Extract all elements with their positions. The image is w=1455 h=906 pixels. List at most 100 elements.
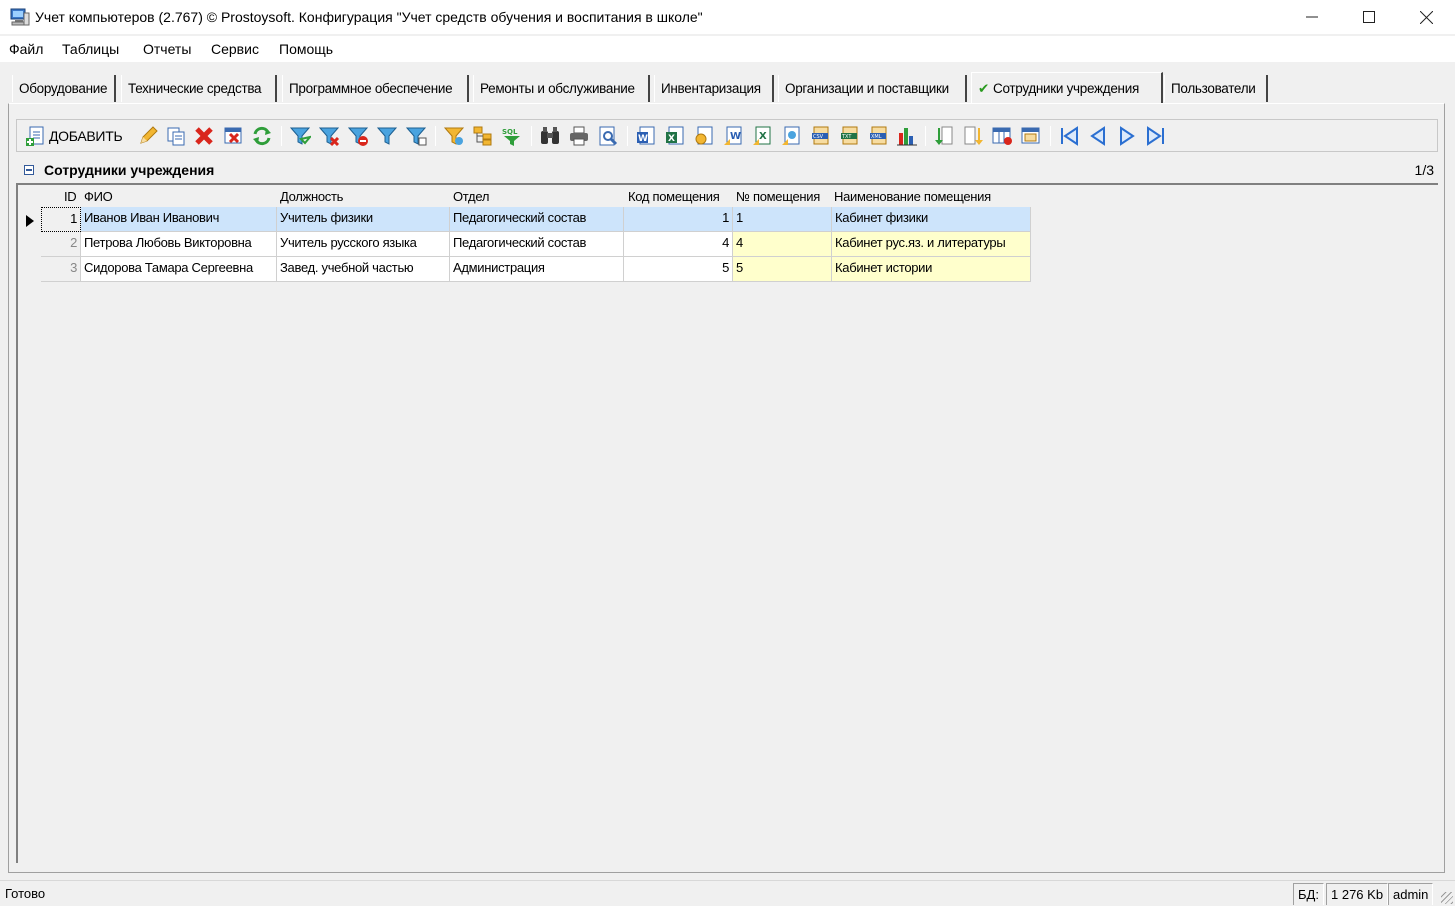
tree-group-button[interactable] [472, 125, 494, 147]
collapse-icon[interactable] [24, 165, 34, 175]
menu-tables[interactable]: Таблицы [62, 41, 119, 57]
column-header-dept[interactable]: Отдел [453, 189, 489, 204]
tab-equipment[interactable]: Оборудование [12, 75, 116, 102]
filter-advanced-button[interactable] [443, 125, 465, 147]
close-icon [1419, 10, 1433, 24]
last-record-button[interactable] [1145, 125, 1167, 147]
edit-button[interactable] [137, 125, 159, 147]
grid-caption: Сотрудники учреждения 1/3 [16, 159, 1438, 181]
filter-clear-button[interactable] [347, 125, 369, 147]
tab-inventory[interactable]: Инвентаризация [654, 75, 774, 102]
column-header-position[interactable]: Должность [280, 189, 343, 204]
sort-desc-button[interactable] [962, 125, 984, 147]
tab-software[interactable]: Программное обеспечение [282, 75, 469, 102]
chart-button[interactable] [896, 125, 918, 147]
column-header-id[interactable]: ID [64, 189, 77, 204]
next-record-button[interactable] [1116, 125, 1138, 147]
cell-room-name[interactable]: Кабинет физики [832, 207, 1031, 232]
cell-position[interactable]: Учитель русского языка [277, 232, 450, 257]
column-header-fio[interactable]: ФИО [84, 189, 113, 204]
resize-grip[interactable] [1441, 892, 1453, 904]
minimize-icon [1306, 16, 1318, 18]
status-text: Готово [5, 886, 46, 901]
cell-room-name[interactable]: Кабинет истории [832, 257, 1031, 282]
print-preview-button[interactable] [597, 125, 619, 147]
tab-employees[interactable]: ✔ Сотрудники учреждения [971, 72, 1163, 103]
columns-button[interactable] [991, 125, 1013, 147]
delete-all-button[interactable] [222, 125, 244, 147]
export-html-button[interactable] [693, 125, 715, 147]
filter-selection-button[interactable] [376, 125, 398, 147]
export-rtf-button[interactable]: W [722, 125, 744, 147]
cell-id[interactable]: 2 [41, 232, 81, 257]
column-header-room-name[interactable]: Наименование помещения [834, 189, 991, 204]
table-row[interactable]: 2 Петрова Любовь Викторовна Учитель русс… [18, 232, 1031, 257]
menu-reports[interactable]: Отчеты [143, 41, 191, 57]
cell-fio[interactable]: Сидорова Тамара Сергеевна [81, 257, 277, 282]
cell-dept[interactable]: Педагогический состав [450, 232, 624, 257]
cell-room-code[interactable]: 1 [624, 207, 733, 232]
maximize-button[interactable] [1341, 0, 1397, 34]
table-row[interactable]: 3 Сидорова Тамара Сергеевна Завед. учебн… [18, 257, 1031, 282]
export-image-button[interactable] [780, 125, 802, 147]
prev-record-button[interactable] [1087, 125, 1109, 147]
filter-form-button[interactable] [405, 125, 427, 147]
cell-fio[interactable]: Петрова Любовь Викторовна [81, 232, 277, 257]
cell-room-name[interactable]: Кабинет рус.яз. и литературы [832, 232, 1031, 257]
check-icon: ✔ [978, 81, 990, 96]
menu-help[interactable]: Помощь [279, 41, 333, 57]
tab-users[interactable]: Пользователи [1164, 75, 1268, 102]
minimize-button[interactable] [1284, 0, 1340, 34]
cell-room-code[interactable]: 4 [624, 232, 733, 257]
toolbar-separator [531, 126, 532, 146]
print-button[interactable] [568, 125, 590, 147]
export-image-icon [782, 126, 800, 145]
cell-room-no[interactable]: 5 [733, 257, 832, 282]
close-button[interactable] [1398, 0, 1454, 34]
cell-position[interactable]: Учитель физики [277, 207, 450, 232]
app-computer-icon [10, 8, 30, 26]
refresh-button[interactable] [251, 125, 273, 147]
filter-button[interactable] [289, 125, 311, 147]
menu-service[interactable]: Сервис [211, 41, 259, 57]
cell-position[interactable]: Завед. учебной частью [277, 257, 450, 282]
export-csv-button[interactable]: CSV [809, 125, 831, 147]
export-xml-button[interactable]: XML [867, 125, 889, 147]
column-header-room-no[interactable]: № помещения [736, 189, 820, 204]
first-record-button[interactable] [1058, 125, 1080, 147]
print-icon [570, 126, 588, 146]
find-button[interactable] [539, 125, 561, 147]
menu-bar: Файл Таблицы Отчеты Сервис Помощь [0, 36, 1455, 62]
export-word-button[interactable]: W [635, 125, 657, 147]
menu-file[interactable]: Файл [9, 41, 43, 57]
cell-room-no[interactable]: 1 [733, 207, 832, 232]
tab-label: Инвентаризация [661, 81, 761, 96]
cell-dept[interactable]: Администрация [450, 257, 624, 282]
sort-asc-button[interactable] [933, 125, 955, 147]
delete-button[interactable] [193, 125, 215, 147]
table-row[interactable]: 1 Иванов Иван Иванович Учитель физики Пе… [18, 207, 1031, 232]
data-grid[interactable]: ID ФИО Должность Отдел Код помещения № п… [16, 183, 1438, 863]
cell-id[interactable]: 1 [41, 207, 81, 232]
export-xls-button[interactable]: X [751, 125, 773, 147]
copy-record-icon [167, 127, 185, 146]
filter-remove-icon [318, 127, 340, 147]
toolbar-separator [925, 126, 926, 146]
copy-button[interactable] [165, 125, 187, 147]
grid-settings-button[interactable] [1020, 125, 1042, 147]
db-label: БД: [1293, 883, 1324, 905]
column-header-room-code[interactable]: Код помещения [628, 189, 720, 204]
export-excel-button[interactable]: X [664, 125, 686, 147]
cell-room-no[interactable]: 4 [733, 232, 832, 257]
tab-technical-means[interactable]: Технические средства [121, 75, 277, 102]
cell-fio[interactable]: Иванов Иван Иванович [81, 207, 277, 232]
tab-organizations[interactable]: Организации и поставщики [778, 75, 967, 102]
cell-room-code[interactable]: 5 [624, 257, 733, 282]
cell-id[interactable]: 3 [41, 257, 81, 282]
cell-dept[interactable]: Педагогический состав [450, 207, 624, 232]
add-button[interactable]: ДОБАВИТЬ [25, 125, 123, 147]
export-txt-button[interactable]: TXT [838, 125, 860, 147]
tab-repairs[interactable]: Ремонты и обслуживание [473, 75, 650, 102]
sql-query-button[interactable]: SQL [501, 125, 523, 147]
filter-remove-button[interactable] [318, 125, 340, 147]
